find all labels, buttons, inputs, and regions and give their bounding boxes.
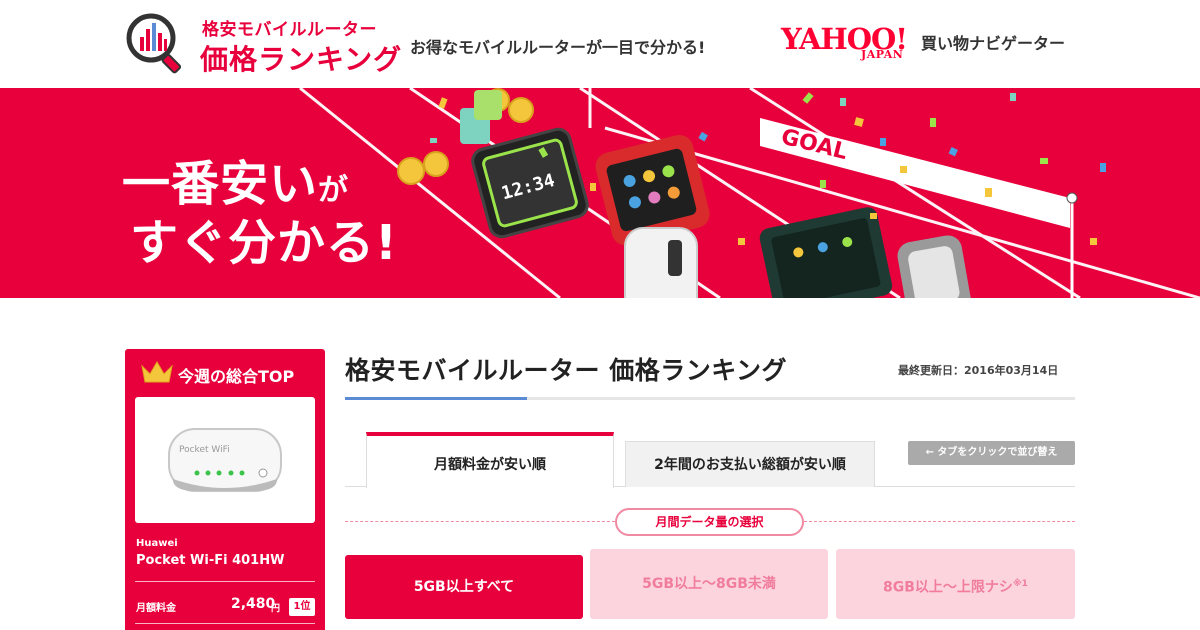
monthly-fee-unit: 円 — [271, 604, 281, 614]
section-divider-right — [804, 521, 1075, 522]
tab-monthly-fee[interactable]: 月額料金が安い順 — [366, 432, 614, 488]
page-title: 格安モバイルルーター 価格ランキング — [345, 356, 787, 385]
hero-headline-line2: すぐ分かる! — [130, 215, 398, 271]
site-tagline: お得なモバイルルーターが一目で分かる! — [410, 38, 706, 57]
crown-icon — [141, 361, 173, 383]
data-volume-section-label: 月間データ量の選択 — [615, 508, 804, 536]
monthly-fee-label: 月額料金 — [136, 603, 176, 614]
router-device-silver — [897, 235, 972, 298]
title-underline-accent — [345, 397, 527, 400]
router-device-black: 12:34 — [471, 127, 589, 239]
data-option-5gb-8gb[interactable]: 5GB以上〜8GB未満 — [590, 549, 828, 619]
tab-two-year-total[interactable]: 2年間のお支払い総額が安い順 — [625, 441, 875, 487]
product-image[interactable]: Pocket WiFi — [135, 397, 315, 523]
divider — [135, 581, 315, 582]
logo-title-line1[interactable]: 格安モバイルルーター — [202, 15, 377, 40]
data-option-8gb-unlimited[interactable]: 8GB以上〜上限ナシ※1 — [836, 549, 1075, 619]
monthly-fee-value: 2,480 — [231, 596, 276, 612]
site-header: 格安モバイルルーター 価格ランキング お得なモバイルルーターが一目で分かる! Y… — [0, 0, 1200, 88]
weekly-top-header: 今週の総合TOP — [125, 349, 325, 395]
ranking-chart-magnifier-icon[interactable] — [124, 11, 188, 77]
pocket-wifi-device-image: Pocket WiFi — [168, 428, 282, 492]
product-maker: Huawei — [136, 538, 178, 549]
hero-banner: GOAL 12:34 一番安いが すぐ分かる! — [0, 88, 1200, 298]
product-name-link[interactable]: Pocket Wi-Fi 401HW — [136, 553, 284, 568]
data-option-5gb-all[interactable]: 5GB以上すべて — [345, 555, 583, 619]
weekly-top-card[interactable]: 今週の総合TOP Pocket WiFi Huawei Pocket Wi-Fi… — [125, 349, 325, 630]
rank-badge: 1位 — [289, 598, 315, 616]
weekly-top-title: 今週の総合TOP — [178, 367, 295, 386]
yahoo-service-name: 買い物ナビゲーター — [921, 34, 1066, 53]
footnote-marker: ※1 — [1012, 579, 1028, 589]
section-divider-left — [345, 521, 615, 522]
tab-sort-hint: ← タブをクリックで並び替え — [908, 441, 1075, 465]
last-updated: 最終更新日：2016年03月14日 — [898, 364, 1059, 377]
yahoo-shopping-navigator-logo[interactable]: YAHOO! JAPAN 買い物ナビゲーター — [781, 22, 1081, 68]
divider — [135, 623, 315, 624]
yahoo-japan-label: JAPAN — [861, 48, 904, 61]
router-device-white — [624, 227, 698, 298]
svg-text:Pocket WiFi: Pocket WiFi — [179, 445, 230, 455]
logo-title-line2[interactable]: 価格ランキング — [200, 38, 402, 78]
